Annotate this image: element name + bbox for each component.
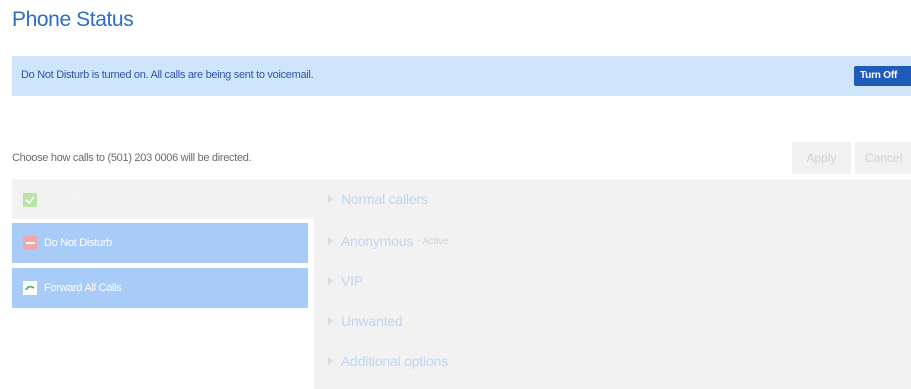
call-direction-instructions: Choose how calls to (501) 203 0006 will … [12, 152, 252, 164]
forward-calls-icon [23, 281, 37, 295]
expand-arrow-icon [328, 277, 333, 285]
phone-status-page: Phone Status Do Not Disturb is turned on… [0, 0, 911, 389]
rule-normal-callers[interactable]: Normal callers [328, 191, 428, 207]
apply-button[interactable]: Apply [792, 142, 851, 174]
status-option-label: Available [44, 194, 86, 206]
dnd-notice-banner: Do Not Disturb is turned on. All calls a… [12, 56, 911, 96]
status-option-do-not-disturb[interactable]: Do Not Disturb [12, 223, 308, 263]
banner-message: Do Not Disturb is turned on. All calls a… [21, 69, 314, 81]
rule-label: Anonymous [341, 233, 414, 249]
status-option-label: Do Not Disturb [44, 237, 112, 249]
expand-arrow-icon [328, 317, 333, 325]
rule-unwanted[interactable]: Unwanted [328, 313, 403, 329]
check-icon [23, 193, 37, 207]
do-not-disturb-icon [23, 236, 37, 250]
rule-status: - Active [417, 235, 449, 247]
expand-arrow-icon [328, 357, 333, 365]
rule-label: VIP [341, 273, 363, 289]
rule-anonymous[interactable]: Anonymous - Active [328, 233, 449, 249]
expand-arrow-icon [328, 237, 333, 245]
turn-off-button[interactable]: Turn Off [854, 66, 911, 86]
page-title: Phone Status [12, 8, 134, 31]
cancel-button[interactable]: Cancel [855, 142, 911, 174]
status-option-forward-all-calls[interactable]: Forward All Calls [12, 268, 308, 308]
status-option-available[interactable]: Available [12, 180, 308, 220]
status-option-label: Forward All Calls [44, 282, 122, 294]
expand-arrow-icon [328, 195, 333, 203]
rule-label: Additional options [341, 353, 448, 369]
rule-label: Normal callers [341, 191, 428, 207]
rule-vip[interactable]: VIP [328, 273, 363, 289]
rule-label: Unwanted [341, 313, 403, 329]
rule-additional-options[interactable]: Additional options [328, 353, 448, 369]
